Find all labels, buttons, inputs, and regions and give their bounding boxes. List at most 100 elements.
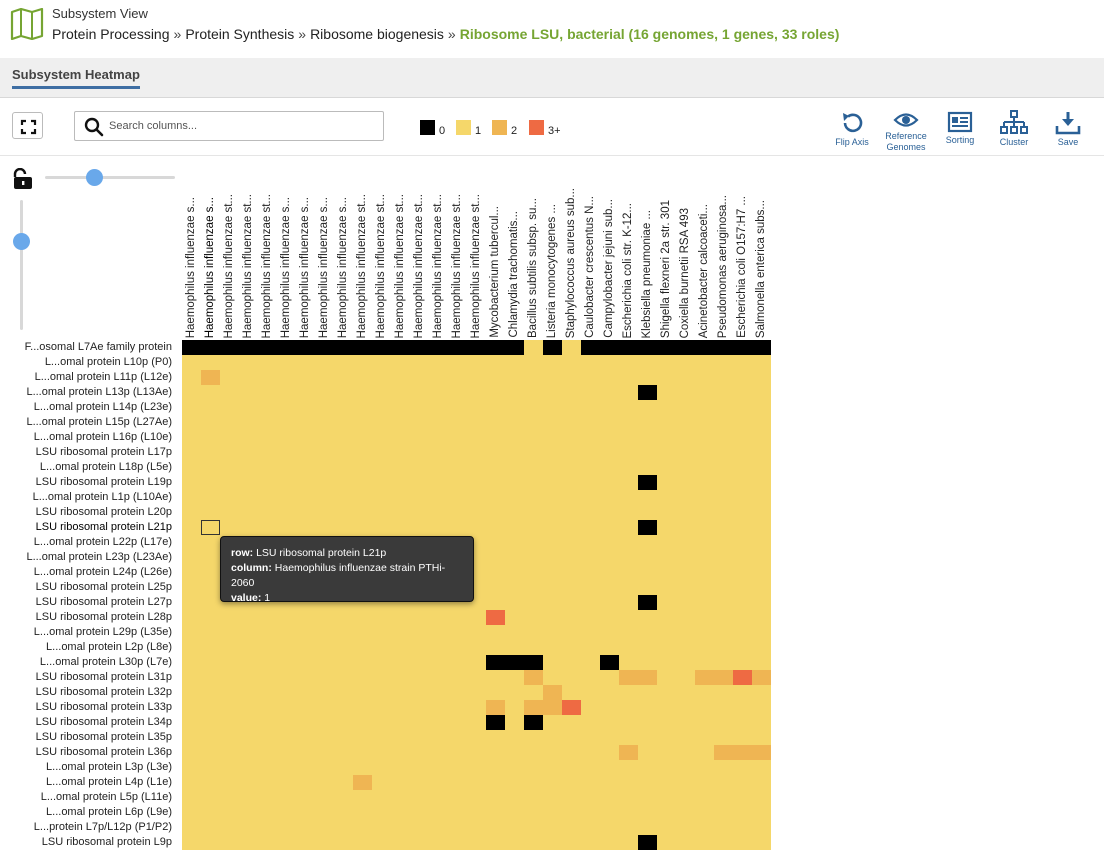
row-label[interactable]: LSU ribosomal protein L19p (36, 475, 172, 490)
row-label[interactable]: LSU ribosomal protein L21p (36, 520, 172, 535)
heatmap-cell[interactable] (733, 340, 752, 355)
heatmap-cell[interactable] (695, 340, 714, 355)
column-label[interactable]: Haemophilus influenzae st... (372, 160, 391, 338)
row-label[interactable]: L...omal protein L15p (L27Ae) (26, 415, 172, 430)
column-label[interactable]: Haemophilus influenzae st... (391, 160, 410, 338)
column-label[interactable]: Haemophilus influenzae st... (239, 160, 258, 338)
row-label[interactable]: LSU ribosomal protein L31p (36, 670, 172, 685)
fullscreen-button[interactable] (12, 112, 43, 139)
heatmap-cell[interactable] (486, 340, 505, 355)
row-zoom-slider[interactable] (13, 200, 30, 330)
hovered-cell[interactable] (201, 520, 220, 535)
column-label[interactable]: Klebsiella pneumoniae ... (638, 160, 657, 339)
heatmap-cell[interactable] (638, 835, 657, 850)
heatmap-cell[interactable] (429, 340, 448, 355)
heatmap-cell[interactable] (752, 670, 771, 685)
unlock-icon[interactable] (11, 168, 33, 190)
heatmap-cell[interactable] (714, 340, 733, 355)
heatmap-cell[interactable] (182, 340, 201, 355)
row-label[interactable]: LSU ribosomal protein L34p (36, 715, 172, 730)
heatmap-cell[interactable] (524, 715, 543, 730)
breadcrumb-protein-processing[interactable]: Protein Processing (52, 26, 170, 42)
heatmap-cell[interactable] (638, 385, 657, 400)
row-label[interactable]: L...omal protein L6p (L9e) (46, 805, 172, 820)
breadcrumb-ribosome-biogenesis[interactable]: Ribosome biogenesis (310, 26, 444, 42)
row-label[interactable]: LSU ribosomal protein L9p (42, 835, 172, 850)
column-label[interactable]: Chlamydia trachomatis... (505, 160, 524, 338)
heatmap-cell[interactable] (372, 340, 391, 355)
heatmap-cell[interactable] (714, 670, 733, 685)
column-zoom-slider[interactable] (45, 169, 175, 186)
column-label[interactable]: Haemophilus influenzae st... (448, 160, 467, 338)
row-label[interactable]: LSU ribosomal protein L25p (36, 580, 172, 595)
heatmap-cell[interactable] (676, 340, 695, 355)
row-label[interactable]: L...omal protein L2p (L8e) (46, 640, 172, 655)
row-label[interactable]: L...omal protein L30p (L7e) (40, 655, 172, 670)
row-label[interactable]: L...omal protein L29p (L35e) (34, 625, 172, 640)
column-label[interactable]: Haemophilus influenzae s... (334, 160, 353, 338)
heatmap-cell[interactable] (619, 340, 638, 355)
heatmap-cell[interactable] (543, 685, 562, 700)
row-label[interactable]: F...osomal L7Ae family protein (25, 340, 172, 355)
heatmap-cell[interactable] (258, 340, 277, 355)
tab-subsystem-heatmap[interactable]: Subsystem Heatmap (12, 67, 140, 89)
row-label[interactable]: L...omal protein L23p (L23Ae) (26, 550, 172, 565)
heatmap-cell[interactable] (714, 745, 733, 760)
heatmap-cell[interactable] (752, 745, 771, 760)
heatmap-cell[interactable] (638, 520, 657, 535)
heatmap-cell[interactable] (486, 655, 505, 670)
heatmap-cell[interactable] (486, 610, 505, 625)
column-label[interactable]: Haemophilus influenzae st... (258, 160, 277, 338)
heatmap-cell[interactable] (600, 340, 619, 355)
row-label[interactable]: LSU ribosomal protein L33p (36, 700, 172, 715)
column-label[interactable]: Haemophilus influenzae s... (201, 160, 220, 338)
sorting-button[interactable]: Sorting (935, 110, 985, 154)
heatmap-cell[interactable] (733, 745, 752, 760)
heatmap-cell[interactable] (505, 655, 524, 670)
column-label[interactable]: Pseudomonas aeruginosa... (714, 160, 733, 338)
heatmap-cell[interactable] (524, 670, 543, 685)
slider-thumb[interactable] (13, 233, 30, 250)
column-label[interactable]: Listeria monocytogenes ... (543, 160, 562, 338)
heatmap-cell[interactable] (695, 670, 714, 685)
row-label[interactable]: L...omal protein L13p (L13Ae) (26, 385, 172, 400)
row-label[interactable]: L...omal protein L4p (L1e) (46, 775, 172, 790)
reference-genomes-button[interactable]: Reference Genomes (881, 110, 931, 154)
heatmap-cell[interactable] (315, 340, 334, 355)
breadcrumb-protein-synthesis[interactable]: Protein Synthesis (185, 26, 294, 42)
column-label[interactable]: Coxiella burnetii RSA 493 (676, 160, 695, 338)
heatmap-cell[interactable] (410, 340, 429, 355)
row-label[interactable]: L...omal protein L22p (L17e) (34, 535, 172, 550)
column-label[interactable]: Haemophilus influenzae st... (429, 160, 448, 338)
row-label[interactable]: LSU ribosomal protein L27p (36, 595, 172, 610)
row-label[interactable]: LSU ribosomal protein L36p (36, 745, 172, 760)
heatmap-cell[interactable] (220, 340, 239, 355)
heatmap-cell[interactable] (581, 340, 600, 355)
row-label[interactable]: L...omal protein L5p (L11e) (41, 790, 172, 805)
column-label[interactable]: Haemophilus influenzae st... (467, 160, 486, 338)
row-label[interactable]: L...protein L7p/L12p (P1/P2) (34, 820, 172, 835)
heatmap-cell[interactable] (239, 340, 258, 355)
heatmap-cell[interactable] (543, 700, 562, 715)
row-label[interactable]: L...omal protein L16p (L10e) (34, 430, 172, 445)
heatmap-cell[interactable] (353, 775, 372, 790)
heatmap-cell[interactable] (334, 340, 353, 355)
heatmap-cell[interactable] (543, 340, 562, 355)
column-label[interactable]: Haemophilus influenzae st... (353, 160, 372, 338)
column-label[interactable]: Bacillus subtilis subsp. su... (524, 160, 543, 338)
heatmap-cell[interactable] (277, 340, 296, 355)
flip-axis-button[interactable]: Flip Axis (827, 110, 877, 154)
row-label[interactable]: L...omal protein L10p (P0) (45, 355, 172, 370)
column-label[interactable]: Haemophilus influenzae s... (182, 160, 201, 338)
heatmap-cell[interactable] (448, 340, 467, 355)
heatmap-cell[interactable] (619, 670, 638, 685)
row-label[interactable]: L...omal protein L14p (L23e) (34, 400, 172, 415)
column-label[interactable]: Haemophilus influenzae s... (277, 160, 296, 338)
column-label[interactable]: Escherichia coli O157:H7 ... (733, 160, 752, 338)
row-label[interactable]: LSU ribosomal protein L17p (36, 445, 172, 460)
column-label[interactable]: Staphylococcus aureus sub... (562, 160, 581, 338)
heatmap-cell[interactable] (486, 700, 505, 715)
heatmap-cell[interactable] (524, 700, 543, 715)
column-label[interactable]: Escherichia coli str. K-12... (619, 160, 638, 339)
cluster-button[interactable]: Cluster (989, 110, 1039, 154)
